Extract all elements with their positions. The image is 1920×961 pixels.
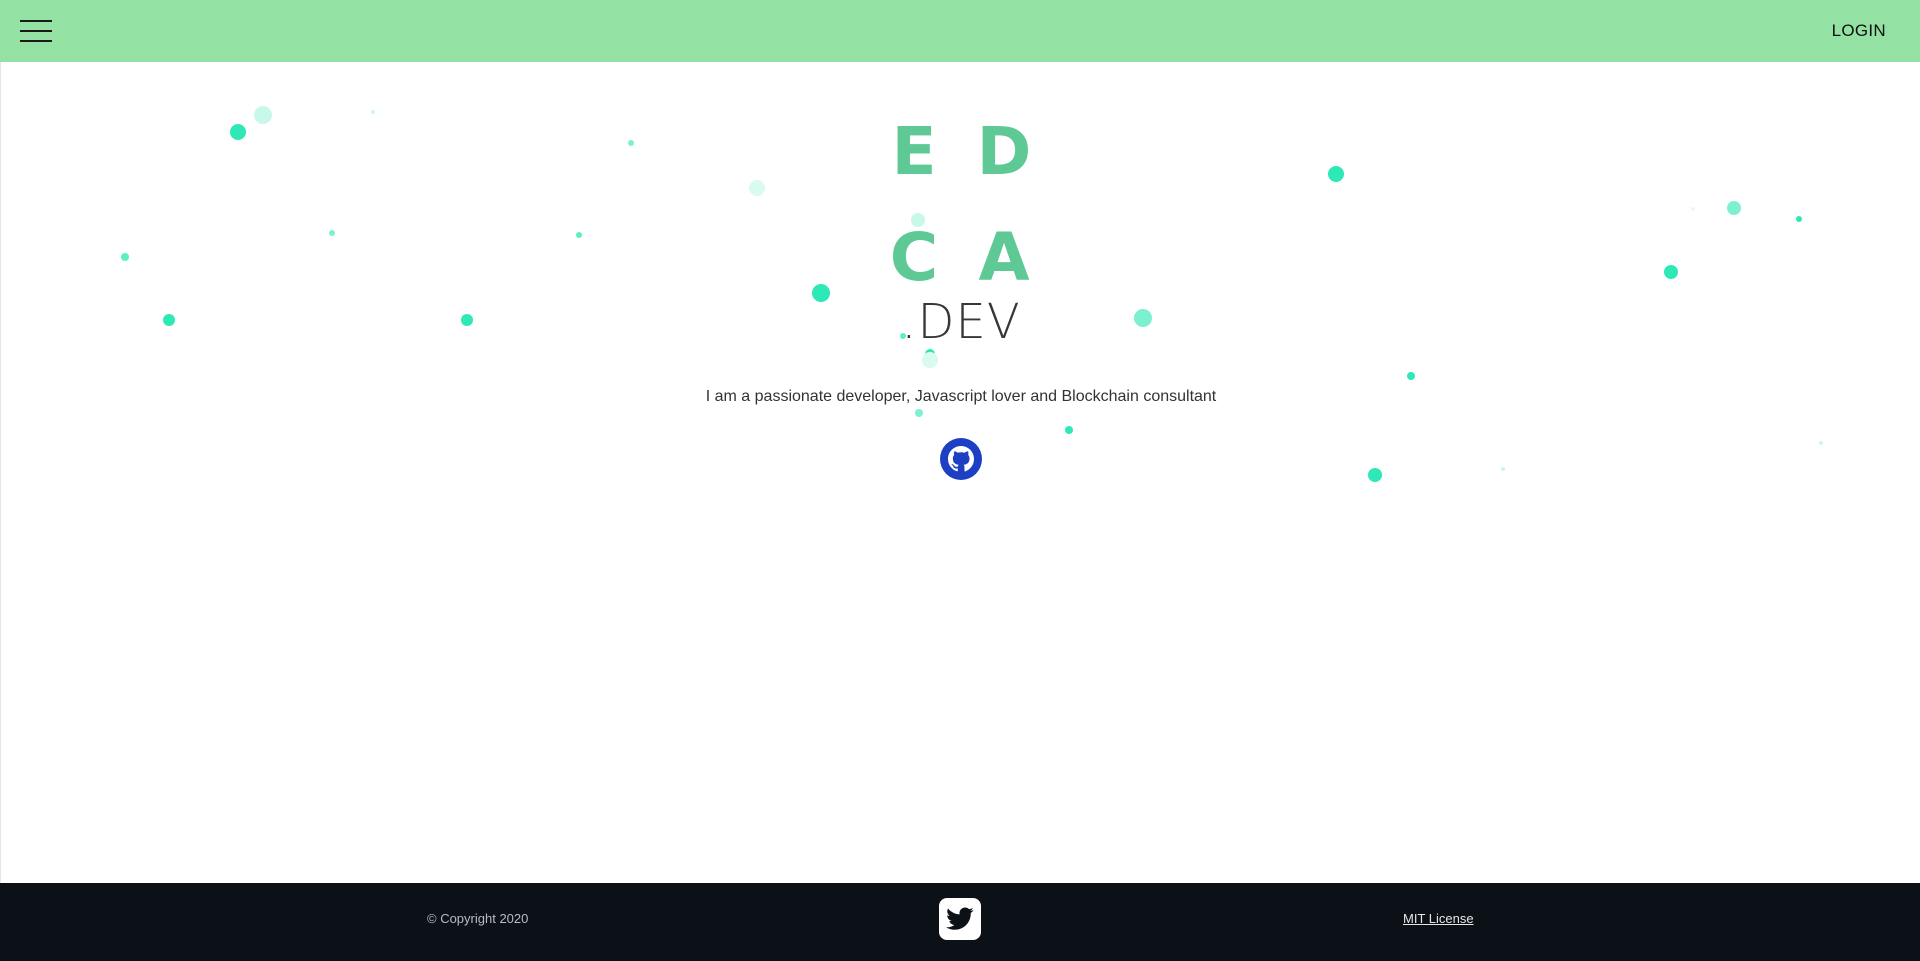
tagline: I am a passionate developer, Javascript …	[705, 388, 1217, 405]
login-button[interactable]: LOGIN	[1832, 21, 1886, 41]
twitter-icon[interactable]	[939, 898, 981, 940]
main-content: E D C A .DEV I am a passionate developer…	[0, 62, 1920, 883]
mit-license-link[interactable]: MIT License	[1403, 911, 1474, 926]
logo-letter-e: E	[891, 112, 937, 190]
logo-letter-d: D	[976, 112, 1032, 190]
site-logo: E D C A	[869, 98, 1049, 310]
github-icon[interactable]	[940, 438, 982, 480]
logo-suffix-text: .DEV	[901, 294, 1021, 350]
logo-suffix: .DEV	[1, 294, 1920, 350]
copyright-text: © Copyright 2020	[427, 911, 529, 926]
hamburger-menu-icon[interactable]	[20, 20, 52, 42]
footer: © Copyright 2020 MIT License	[0, 883, 1920, 961]
top-navbar: LOGIN	[0, 0, 1920, 62]
